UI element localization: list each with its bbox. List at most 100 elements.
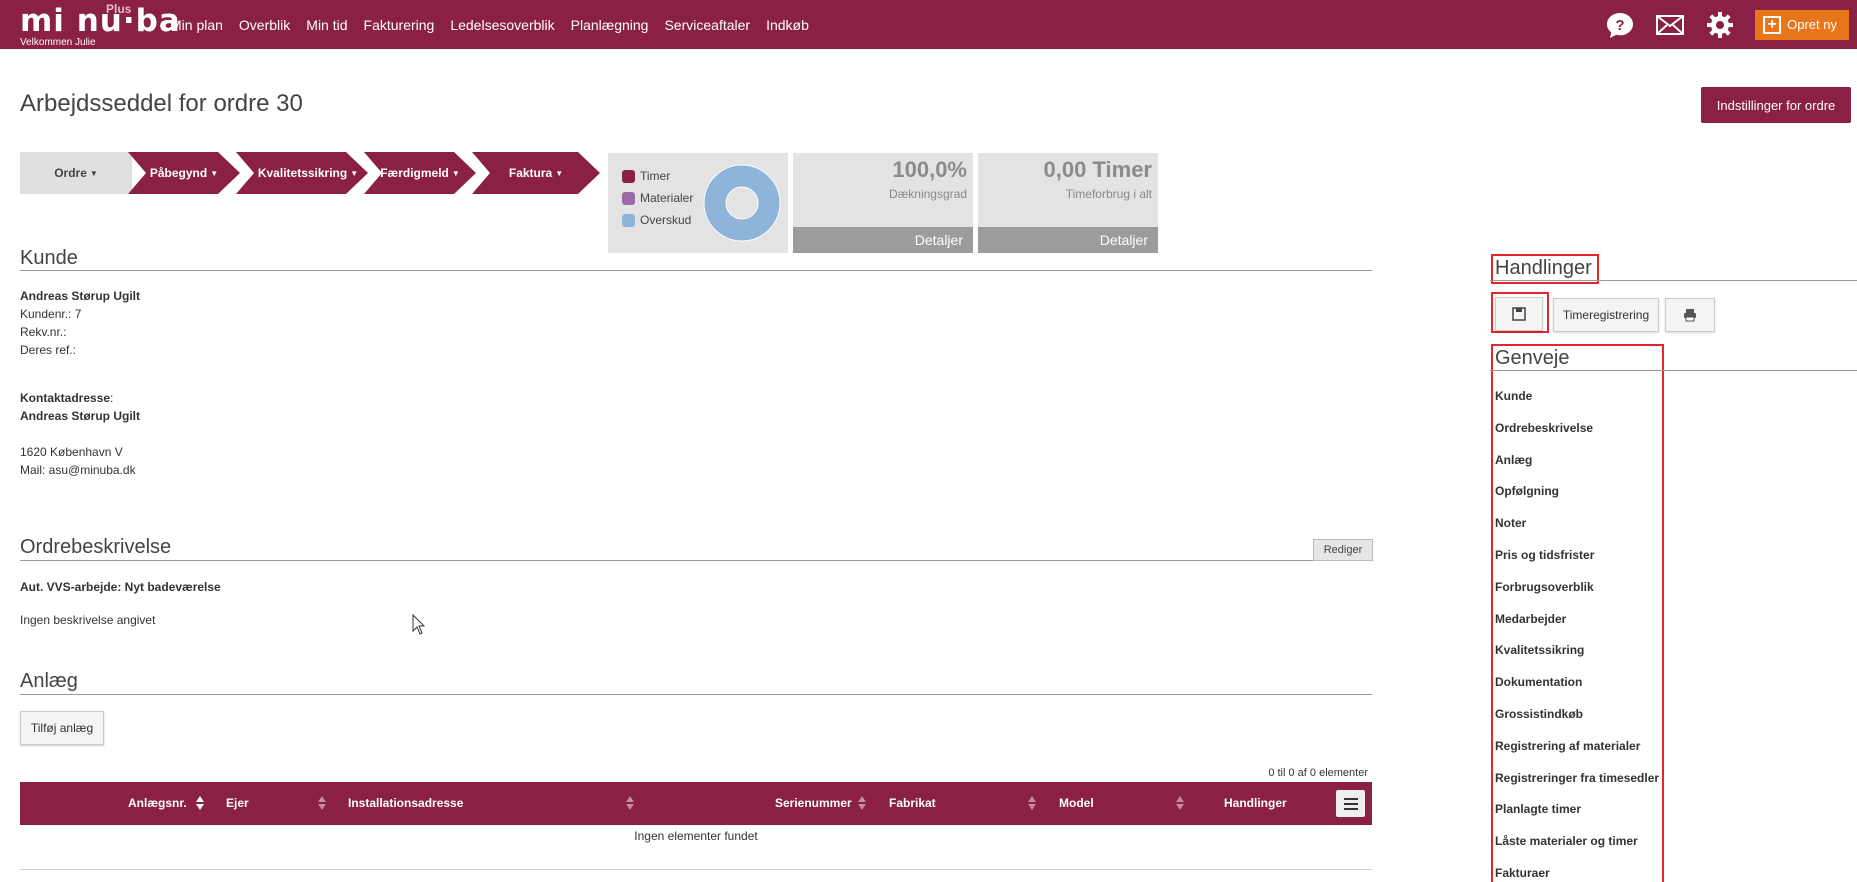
create-new-button[interactable]: + Opret ny [1755, 9, 1849, 40]
kpi-details-button[interactable]: Detaljer [793, 227, 973, 253]
cost-chart: Timer Materialer Overskud [608, 153, 788, 253]
nav-item-planlaegning[interactable]: Planlægning [571, 17, 649, 33]
step-pabegynd[interactable]: Påbegynd ▼ [128, 152, 240, 194]
column-header-installationsadresse[interactable]: Installationsadresse [348, 796, 463, 810]
save-button[interactable] [1495, 297, 1543, 331]
shortcut-link[interactable]: Registrering af materialer [1495, 739, 1640, 753]
rekv-number: Rekv.nr.: [20, 325, 67, 339]
sort-icon[interactable] [626, 793, 634, 813]
sort-icon[interactable] [1028, 793, 1036, 813]
nav-item-min-tid[interactable]: Min tid [306, 17, 347, 33]
nav-item-indkob[interactable]: Indkøb [766, 17, 809, 33]
create-new-label: Opret ny [1787, 17, 1837, 32]
add-installation-button[interactable]: Tilføj anlæg [20, 711, 104, 745]
shortcut-link[interactable]: Kvalitetssikring [1495, 643, 1584, 657]
print-button[interactable] [1665, 298, 1715, 332]
logo[interactable]: mi nu·ba Plus Velkommen Julie [20, 2, 181, 48]
nav-item-ledelsesoverblik[interactable]: Ledelsesoverblik [450, 17, 554, 33]
shortcut-link[interactable]: Pris og tidsfrister [1495, 548, 1594, 562]
contact-label-text: Kontaktadresse [20, 391, 111, 405]
order-settings-button[interactable]: Indstillinger for ordre [1701, 87, 1851, 123]
step-faktura[interactable]: Faktura ▼ [472, 152, 600, 194]
mail-icon[interactable] [1655, 10, 1685, 40]
legend-label: Timer [640, 169, 671, 183]
column-header-serienummer[interactable]: Serienummer [775, 796, 852, 810]
your-reference: Deres ref.: [20, 343, 77, 357]
customer-name: Andreas Størup Ugilt [20, 289, 141, 303]
description-title: Aut. VVS-arbejde: Nyt badeværelse [20, 580, 221, 594]
kpi-details-button[interactable]: Detaljer [978, 227, 1158, 253]
section-divider [1490, 280, 1857, 281]
section-divider [20, 560, 1372, 561]
column-header-fabrikat[interactable]: Fabrikat [889, 796, 936, 810]
column-header-anlaegsnr[interactable]: Anlægsnr. [128, 796, 187, 810]
gear-icon[interactable] [1705, 10, 1735, 40]
contact-mail[interactable]: Mail: asu@minuba.dk [20, 463, 136, 477]
kpi-value: 0,00 Timer [1043, 157, 1152, 182]
sort-icon[interactable] [318, 793, 326, 813]
table-empty-message: Ingen elementer fundet [634, 829, 758, 843]
legend-label: Materialer [640, 191, 694, 205]
chevron-down-icon: ▼ [350, 168, 359, 178]
contact-address-label: Kontaktadresse: [20, 391, 114, 405]
edit-button[interactable]: Rediger [1313, 539, 1373, 561]
order-steps: Ordre ▼ Påbegynd ▼ Kvalitetssikring ▼ Færdi… [20, 152, 600, 194]
sort-icon[interactable] [858, 793, 866, 813]
legend-item: Timer [622, 169, 670, 183]
section-divider [1490, 370, 1857, 371]
step-ordre[interactable]: Ordre ▼ [20, 152, 132, 194]
svg-text:?: ? [1616, 17, 1625, 34]
shortcut-link[interactable]: Planlagte timer [1495, 802, 1581, 816]
actions-heading: Handlinger [1495, 257, 1592, 279]
description-body: Ingen beskrivelse angivet [20, 613, 156, 627]
nav-item-min-plan[interactable]: Min plan [170, 17, 223, 33]
column-header-handlinger: Handlinger [1224, 796, 1287, 810]
chevron-down-icon: ▼ [451, 168, 460, 178]
nav-item-overblik[interactable]: Overblik [239, 17, 290, 33]
legend-item: Overskud [622, 213, 691, 227]
shortcut-link[interactable]: Grossistindkøb [1495, 707, 1583, 721]
step-faerdigmeld[interactable]: Færdigmeld ▼ [364, 152, 476, 194]
shortcut-link[interactable]: Låste materialer og timer [1495, 834, 1638, 848]
step-kvalitetssikring[interactable]: Kvalitetssikring ▼ [236, 152, 368, 194]
column-header-model[interactable]: Model [1059, 796, 1094, 810]
nav-item-fakturering[interactable]: Fakturering [364, 17, 435, 33]
time-registration-button[interactable]: Timeregistrering [1553, 298, 1659, 332]
shortcut-link[interactable]: Noter [1495, 516, 1526, 530]
shortcut-link[interactable]: Anlæg [1495, 453, 1532, 467]
help-icon[interactable]: ? [1605, 10, 1635, 40]
shortcut-link[interactable]: Ordrebeskrivelse [1495, 421, 1593, 435]
save-icon [1512, 307, 1526, 321]
contact-city: 1620 København V [20, 445, 123, 459]
sort-icon[interactable] [1176, 793, 1184, 813]
donut-chart [703, 164, 781, 242]
print-icon [1684, 309, 1696, 322]
table-bottom-border [20, 869, 1372, 870]
step-label: Kvalitetssikring [257, 166, 348, 180]
step-label: Påbegynd [149, 166, 208, 180]
kpi-coverage: 100,0% Dækningsgrad Detaljer [793, 153, 973, 253]
plus-icon: + [1763, 15, 1782, 34]
shortcut-link[interactable]: Opfølgning [1495, 484, 1559, 498]
column-header-ejer[interactable]: Ejer [226, 796, 249, 810]
hamburger-icon [1343, 797, 1358, 810]
kpi-label: Timeforbrug i alt [1065, 187, 1152, 201]
sort-icon[interactable] [196, 793, 204, 813]
nav-item-serviceaftaler[interactable]: Serviceaftaler [664, 17, 750, 33]
logo-text: mi nu·ba [20, 3, 181, 39]
shortcut-link[interactable]: Registreringer fra timesedler [1495, 771, 1659, 785]
step-label: Færdigmeld [380, 166, 449, 180]
shortcut-link[interactable]: Kunde [1495, 389, 1532, 403]
shortcut-link[interactable]: Fakturaer [1495, 866, 1550, 880]
shortcut-link[interactable]: Forbrugsoverblik [1495, 580, 1594, 594]
chevron-down-icon: ▼ [210, 168, 219, 178]
legend-swatch-materialer [622, 191, 635, 205]
page-title: Arbejdsseddel for ordre 30 [20, 90, 303, 117]
welcome-text: Velkommen Julie [20, 37, 96, 48]
customer-heading: Kunde [20, 247, 78, 269]
shortcut-link[interactable]: Dokumentation [1495, 675, 1582, 689]
legend-swatch-overskud [622, 213, 635, 227]
column-menu-button[interactable] [1336, 790, 1365, 817]
step-label: Ordre [54, 166, 87, 180]
shortcut-link[interactable]: Medarbejder [1495, 612, 1566, 626]
